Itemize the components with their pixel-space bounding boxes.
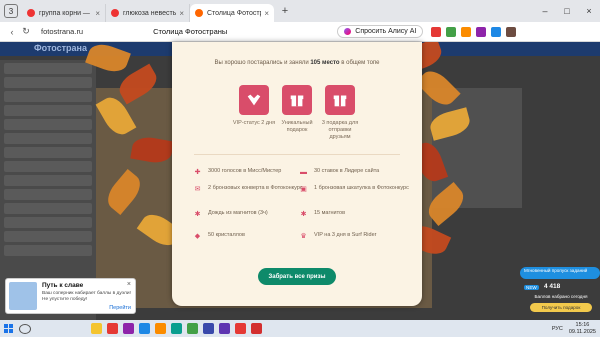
prize-item: ▣ 1 бронзовая шкатулка в Фотоконкурс — [300, 185, 409, 193]
new-tab-icon[interactable]: + — [278, 4, 292, 18]
new-badge: NEW — [524, 285, 539, 290]
yandex-browser-icon[interactable] — [107, 323, 118, 334]
clock[interactable]: 15:16 09.11.2025 — [569, 322, 596, 335]
app-icon[interactable] — [187, 323, 198, 334]
prize-item: ◆ 50 кристаллов — [194, 232, 245, 240]
crystal-icon: ◆ — [194, 233, 201, 240]
app-icon[interactable] — [219, 323, 230, 334]
prize-item: ▬ 30 ставок в Лидере сайта — [300, 168, 380, 176]
extension-icon[interactable] — [431, 26, 442, 37]
rewards-modal: Вы хорошо постарались и заняли 105 место… — [172, 42, 422, 306]
address-bar: ‹ ↻ fotostrana.ru Столица Фотостраны Спр… — [0, 22, 600, 42]
vip-heart-icon — [239, 85, 269, 115]
app-icon[interactable] — [203, 323, 214, 334]
plus-icon: ✚ — [194, 169, 201, 176]
yandex-favicon-icon — [27, 9, 35, 17]
app-icon[interactable] — [251, 323, 262, 334]
extension-icon[interactable] — [446, 26, 457, 37]
magnet-icon: ✱ — [194, 211, 201, 218]
gift-box-icon — [325, 85, 355, 115]
prize-item: ✚ 3000 голосов в Мисс/Мистер — [194, 168, 282, 176]
edge-icon[interactable] — [171, 323, 182, 334]
extension-icon[interactable] — [491, 26, 502, 37]
back-icon[interactable]: ‹ — [5, 27, 19, 37]
extension-icon[interactable] — [461, 26, 472, 37]
divider — [194, 154, 400, 155]
points-counter: 4 418 — [544, 283, 561, 290]
browser-tab-strip: 3 группа корни — Яндекс… × глюкоза невес… — [0, 0, 600, 22]
close-tab-icon[interactable]: × — [95, 9, 100, 18]
file-explorer-icon[interactable] — [91, 323, 102, 334]
system-tray: РУС 15:16 09.11.2025 — [552, 322, 596, 335]
prize-item: ✱ 15 магнитов — [300, 210, 346, 218]
tab-counter[interactable]: 3 — [4, 4, 18, 18]
prize-item: ♛ VIP на 3 дня в Surf Rider — [300, 232, 377, 240]
page-title: Столица Фотостраны — [153, 27, 228, 36]
taskbar-apps — [91, 323, 262, 334]
reward-friend-gifts: 3 подарка для отправки друзьям — [318, 85, 362, 141]
extension-icon[interactable] — [476, 26, 487, 37]
browser-tab-active[interactable]: Столица Фотостраны × — [190, 4, 274, 22]
notification-title: Путь к славе — [42, 282, 84, 289]
search-icon[interactable] — [19, 323, 31, 334]
alice-icon — [344, 28, 352, 35]
envelope-icon: ✉ — [194, 186, 201, 193]
language-indicator[interactable]: РУС — [552, 326, 563, 332]
points-label: Баллов набрано сегодня — [534, 294, 588, 299]
avatar — [9, 282, 37, 310]
gift-box-icon — [282, 85, 312, 115]
notification-toast[interactable]: Путь к славе Ваш соперник набирает баллы… — [5, 278, 136, 314]
yandex-favicon-icon — [111, 9, 119, 17]
instant-skip-banner[interactable]: Мгновенный пропуск заданий — [520, 267, 600, 279]
extension-icon[interactable] — [506, 26, 517, 37]
close-window-icon[interactable]: × — [578, 6, 600, 16]
reload-icon[interactable]: ↻ — [19, 26, 33, 37]
close-tab-icon[interactable]: × — [264, 9, 269, 18]
modal-headline: Вы хорошо постарались и заняли 105 место… — [214, 60, 380, 66]
ask-alice-button[interactable]: Спросить Алису AI — [337, 25, 424, 38]
reward-vip: VIP-статус 2 дня — [232, 85, 276, 127]
taskbar: РУС 15:16 09.11.2025 — [0, 320, 600, 337]
windows-start-icon[interactable] — [4, 324, 13, 333]
app-icon[interactable] — [139, 323, 150, 334]
go-link[interactable]: Перейти — [109, 305, 131, 311]
app-icon[interactable] — [235, 323, 246, 334]
browser-tab[interactable]: группа корни — Яндекс… × — [22, 4, 106, 22]
get-gift-button[interactable]: Получить подарок — [530, 303, 592, 312]
maximize-icon[interactable]: □ — [556, 6, 578, 16]
window-controls: – □ × — [534, 6, 600, 16]
close-tab-icon[interactable]: × — [179, 9, 184, 18]
browser-tab[interactable]: глюкоза невесты — Янде… × — [106, 4, 190, 22]
ticket-icon: ▬ — [300, 169, 307, 176]
close-icon[interactable]: × — [127, 281, 131, 288]
casket-icon: ▣ — [300, 186, 307, 193]
extension-icons — [431, 26, 517, 37]
reward-unique-gift: Уникальный подарок — [275, 85, 319, 134]
notification-text: Ваш соперник набирает баллы в дуэли! Не … — [42, 291, 131, 303]
magnet-icon: ✱ — [300, 211, 307, 218]
app-icon[interactable] — [123, 323, 134, 334]
prize-item: ✉ 2 бронзовых конверта в Фотоконкурс — [194, 185, 303, 193]
crown-icon: ♛ — [300, 233, 307, 240]
site-logo: Фотострана — [34, 43, 87, 53]
url-field[interactable]: fotostrana.ru — [41, 27, 83, 36]
claim-all-prizes-button[interactable]: Забрать все призы — [258, 268, 336, 285]
app-icon[interactable] — [155, 323, 166, 334]
fotostrana-favicon-icon — [195, 9, 203, 17]
bonus-widget: Мгновенный пропуск заданий NEW 4 418 Бал… — [520, 265, 600, 315]
minimize-icon[interactable]: – — [534, 6, 556, 16]
prize-item: ✱ Дождь из магнитов (3ч) — [194, 210, 268, 218]
place-value: 105 место — [310, 60, 340, 66]
